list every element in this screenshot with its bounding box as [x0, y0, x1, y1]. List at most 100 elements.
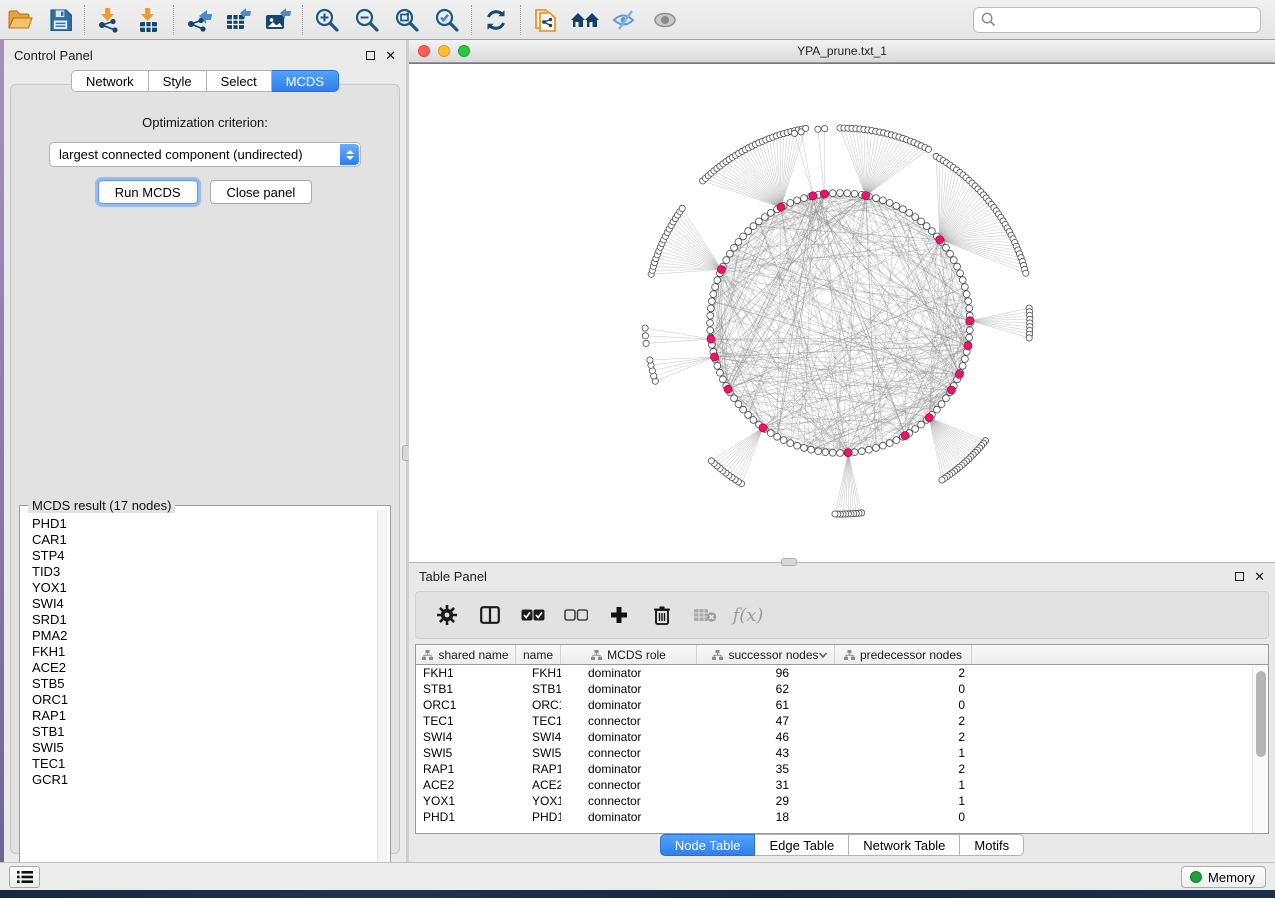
mcds-result-item[interactable]: SWI4 [32, 596, 376, 612]
mcds-result-item[interactable]: TEC1 [32, 756, 376, 772]
gear-icon[interactable] [434, 602, 460, 628]
mcds-list-scrollbar[interactable] [377, 510, 387, 872]
status-bar: Memory [0, 862, 1275, 890]
delete-column-icon[interactable] [649, 602, 675, 628]
scrollbar-thumb[interactable] [1256, 671, 1266, 757]
table-row[interactable]: RAP1RAP1dominator352 [416, 761, 1252, 777]
table-row[interactable]: ACE2ACE2connector311 [416, 777, 1252, 793]
show-graphics-icon[interactable] [645, 3, 685, 37]
cell-shared_name: FKH1 [416, 666, 516, 680]
window-minimize-icon[interactable] [438, 45, 450, 57]
table-row[interactable]: SWI4SWI4dominator462 [416, 729, 1252, 745]
mcds-result-item[interactable]: SRD1 [32, 612, 376, 628]
mcds-result-item[interactable]: FKH1 [32, 644, 376, 660]
first-neighbors-icon[interactable] [565, 3, 605, 37]
zoom-in-icon[interactable] [307, 3, 347, 37]
show-panels-button[interactable] [9, 866, 40, 888]
mcds-result-item[interactable]: GCR1 [32, 772, 376, 788]
zoom-selected-icon[interactable] [427, 3, 467, 37]
column-header-name[interactable]: name [516, 645, 561, 664]
cell-successors: 61 [697, 698, 835, 712]
horizontal-splitter-grip[interactable] [781, 558, 797, 566]
cell-successors: 35 [697, 762, 835, 776]
import-network-icon[interactable] [89, 3, 129, 37]
network-window-titlebar[interactable]: YPA_prune.txt_1 [409, 40, 1275, 63]
cell-shared_name: TEC1 [416, 714, 516, 728]
table-row[interactable]: TEC1TEC1connector472 [416, 713, 1252, 729]
export-table-icon[interactable] [218, 3, 258, 37]
mcds-result-item[interactable]: RAP1 [32, 708, 376, 724]
tab-motifs[interactable]: Motifs [960, 834, 1024, 856]
table-header-row: shared name name MCDS role successor nod… [416, 645, 1268, 665]
mcds-result-item[interactable]: PHD1 [32, 516, 376, 532]
mcds-result-item[interactable]: STP4 [32, 548, 376, 564]
tab-select[interactable]: Select [207, 70, 272, 92]
mcds-result-item[interactable]: YOX1 [32, 580, 376, 596]
mcds-result-item[interactable]: PMA2 [32, 628, 376, 644]
column-header-mcds-role[interactable]: MCDS role [561, 645, 697, 664]
table-row[interactable]: STB1STB1dominator620 [416, 681, 1252, 697]
table-row[interactable]: YOX1YOX1connector291 [416, 793, 1252, 809]
export-network-icon[interactable] [178, 3, 218, 37]
mcds-result-item[interactable]: TID3 [32, 564, 376, 580]
export-image-icon[interactable] [258, 3, 298, 37]
tab-style[interactable]: Style [149, 70, 207, 92]
table-row[interactable]: ORC1ORC1dominator610 [416, 697, 1252, 713]
column-header-successor-nodes[interactable]: successor nodes [697, 645, 835, 664]
zoom-out-icon[interactable] [347, 3, 387, 37]
cell-shared_name: SWI5 [416, 746, 516, 760]
refresh-icon[interactable] [476, 3, 516, 37]
close-panel-button[interactable]: Close panel [210, 180, 313, 204]
window-close-icon[interactable] [418, 45, 430, 57]
hide-graphics-icon[interactable] [605, 3, 645, 37]
column-header-predecessor-nodes[interactable]: predecessor nodes [835, 645, 972, 664]
toolbar-separator [471, 5, 472, 35]
mcds-result-list[interactable]: PHD1CAR1STP4TID3YOX1SWI4SRD1PMA2FKH1ACE2… [32, 516, 376, 874]
table-row[interactable]: SWI5SWI5connector431 [416, 745, 1252, 761]
search-box[interactable] [973, 7, 1261, 33]
tab-edge-table[interactable]: Edge Table [755, 834, 849, 856]
table-tabs: Node Table Edge Table Network Table Moti… [409, 834, 1275, 856]
clone-network-icon[interactable] [525, 3, 565, 37]
save-icon[interactable] [40, 3, 80, 37]
memory-button[interactable]: Memory [1181, 866, 1266, 888]
open-folder-icon[interactable] [0, 3, 40, 37]
close-panel-icon[interactable]: ✕ [1254, 572, 1265, 581]
tab-mcds[interactable]: MCDS [272, 70, 339, 92]
float-panel-icon[interactable] [366, 51, 375, 60]
network-graph[interactable] [409, 64, 1275, 563]
zoom-fit-icon[interactable] [387, 3, 427, 37]
criterion-value: largest connected component (undirected) [50, 147, 303, 162]
cell-name: PHD1 [516, 810, 561, 824]
tab-network-table[interactable]: Network Table [849, 834, 960, 856]
mcds-result-item[interactable]: STB1 [32, 724, 376, 740]
network-canvas[interactable] [409, 63, 1275, 562]
cell-predecessors: 0 [835, 698, 972, 712]
mcds-result-item[interactable]: CAR1 [32, 532, 376, 548]
tab-network[interactable]: Network [71, 70, 149, 92]
table-scrollbar[interactable] [1252, 665, 1268, 833]
criterion-dropdown[interactable]: largest connected component (undirected) [49, 142, 361, 167]
table-row[interactable]: PHD1PHD1dominator180 [416, 809, 1252, 825]
add-column-icon[interactable] [606, 602, 632, 628]
import-table-icon[interactable] [129, 3, 169, 37]
split-view-icon[interactable] [477, 602, 503, 628]
desktop-wallpaper [0, 890, 1275, 898]
run-mcds-button[interactable]: Run MCDS [98, 180, 198, 204]
float-panel-icon[interactable] [1235, 572, 1244, 581]
column-header-shared-name[interactable]: shared name [416, 645, 516, 664]
dropdown-stepper-icon [340, 144, 359, 165]
tab-node-table[interactable]: Node Table [660, 834, 756, 856]
mcds-result-item[interactable]: SWI5 [32, 740, 376, 756]
search-input[interactable] [996, 12, 1253, 27]
cell-successors: 18 [697, 810, 835, 824]
window-zoom-icon[interactable] [458, 45, 470, 57]
mcds-result-item[interactable]: STB5 [32, 676, 376, 692]
close-panel-icon[interactable]: ✕ [385, 51, 396, 60]
mcds-result-item[interactable]: ACE2 [32, 660, 376, 676]
unselect-all-icon[interactable] [563, 602, 589, 628]
mcds-result-item[interactable]: ORC1 [32, 692, 376, 708]
select-all-icon[interactable] [520, 602, 546, 628]
table-row[interactable]: FKH1FKH1dominator962 [416, 665, 1252, 681]
cell-predecessors: 2 [835, 762, 972, 776]
